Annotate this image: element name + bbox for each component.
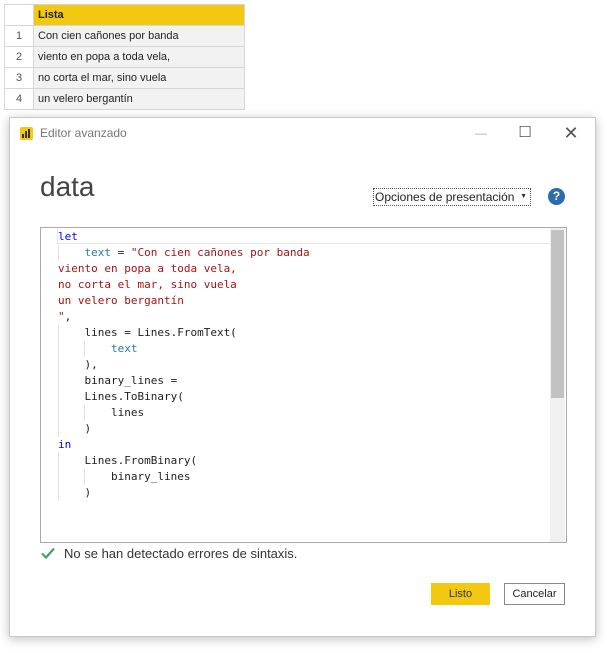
table-cell[interactable]: un velero bergantín [33,88,245,110]
indent-guide [58,341,59,357]
code-line[interactable]: lines = Lines.FromText( [58,325,310,341]
title-bar[interactable]: Editor avanzado — ☐ ✕ [10,118,595,148]
code-line[interactable]: ), [58,357,310,373]
minimize-icon[interactable]: — [458,118,504,148]
code-editor[interactable]: let text = "Con cien cañones por banda vi… [40,227,567,543]
code-token: , [64,310,72,323]
code-line[interactable]: lines [58,405,310,421]
code-token: un velero bergantín [58,294,184,307]
table-cell[interactable]: Con cien cañones por banda [33,25,245,47]
code-token: "Con cien cañones por banda [130,246,310,259]
row-index: 4 [4,88,34,110]
close-icon[interactable]: ✕ [548,118,594,148]
table-row[interactable]: 3 no corta el mar, sino vuela [4,67,245,89]
code-line[interactable]: Lines.FromBinary( [58,453,310,469]
vertical-scrollbar[interactable] [550,228,565,542]
code-token: in [58,438,72,451]
scrollbar-thumb[interactable] [551,230,564,398]
code-token: binary_lines [58,470,191,483]
code-line[interactable]: ", [58,309,310,325]
checkmark-icon [41,547,55,560]
display-options-dropdown[interactable]: Opciones de presentación ▼ [373,188,531,206]
code-line[interactable]: binary_lines = [58,373,310,389]
code-token: " [58,310,65,323]
code-line[interactable]: Lines.ToBinary( [58,389,310,405]
indent-guide [84,405,86,421]
indent-guide [58,245,59,261]
power-bi-icon [20,127,33,140]
indent-guide [58,357,59,373]
code-line[interactable]: text [58,341,310,357]
row-index: 2 [4,46,34,68]
code-token: ) [58,422,92,435]
code-token: lines [58,406,145,419]
code-token: ), [58,358,98,371]
window-title: Editor avanzado [40,126,127,140]
code-line[interactable]: ) [58,421,310,437]
advanced-editor-dialog: Editor avanzado — ☐ ✕ data Opciones de p… [9,117,596,637]
row-index: 3 [4,67,34,89]
row-index: 1 [4,25,34,47]
maximize-icon[interactable]: ☐ [502,118,548,148]
code-token: text [84,246,112,259]
code-token: Lines.ToBinary( [58,390,184,403]
syntax-status-text: No se han detectado errores de sintaxis. [64,546,298,561]
indent-guide [58,389,59,405]
table-cell[interactable]: no corta el mar, sino vuela [33,67,245,89]
indent-guide [58,453,59,469]
indent-guide [58,325,59,341]
table-row[interactable]: 4 un velero bergantín [4,88,245,110]
indent-guide [58,469,59,485]
table-row[interactable]: 2 viento en popa a toda vela, [4,46,245,68]
code-line[interactable]: un velero bergantín [58,293,310,309]
table-row[interactable]: 1 Con cien cañones por banda [4,25,245,47]
code-line[interactable]: let [58,229,310,245]
indent-guide [58,373,59,389]
code-line[interactable]: text = "Con cien cañones por banda [58,245,310,261]
indent-guide [58,485,59,501]
code-lines[interactable]: let text = "Con cien cañones por banda vi… [58,229,310,501]
code-line[interactable]: ) [58,485,310,501]
query-result-table: Lista 1 Con cien cañones por banda 2 vie… [4,4,245,110]
chevron-down-icon: ▼ [520,193,527,200]
code-token: ) [58,486,92,499]
cancel-button[interactable]: Cancelar [504,583,565,605]
code-token: viento en popa a toda vela, [58,262,237,275]
table-cell[interactable]: viento en popa a toda vela, [33,46,245,68]
code-token: no corta el mar, sino vuela [58,278,237,291]
code-line[interactable]: viento en popa a toda vela, [58,261,310,277]
done-button[interactable]: Listo [431,583,490,605]
code-line[interactable]: in [58,437,310,453]
code-line[interactable]: binary_lines [58,469,310,485]
code-token: = [111,246,131,259]
indent-guide [84,469,86,485]
indent-guide [84,341,86,357]
column-header-lista[interactable]: Lista [33,4,245,26]
display-options-label: Opciones de presentación [375,190,515,204]
query-name-title: data [40,171,95,202]
code-token: let [58,230,78,243]
indent-guide [58,421,59,437]
help-icon[interactable]: ? [548,188,565,205]
code-token: binary_lines = [58,374,178,387]
code-line[interactable]: no corta el mar, sino vuela [58,277,310,293]
indent-guide [58,405,59,421]
table-header-row: Lista [4,4,245,26]
code-token: Lines.FromBinary( [58,454,198,467]
table-corner [4,4,34,26]
code-token: text [110,342,138,355]
code-token: lines = Lines.FromText( [58,326,237,339]
